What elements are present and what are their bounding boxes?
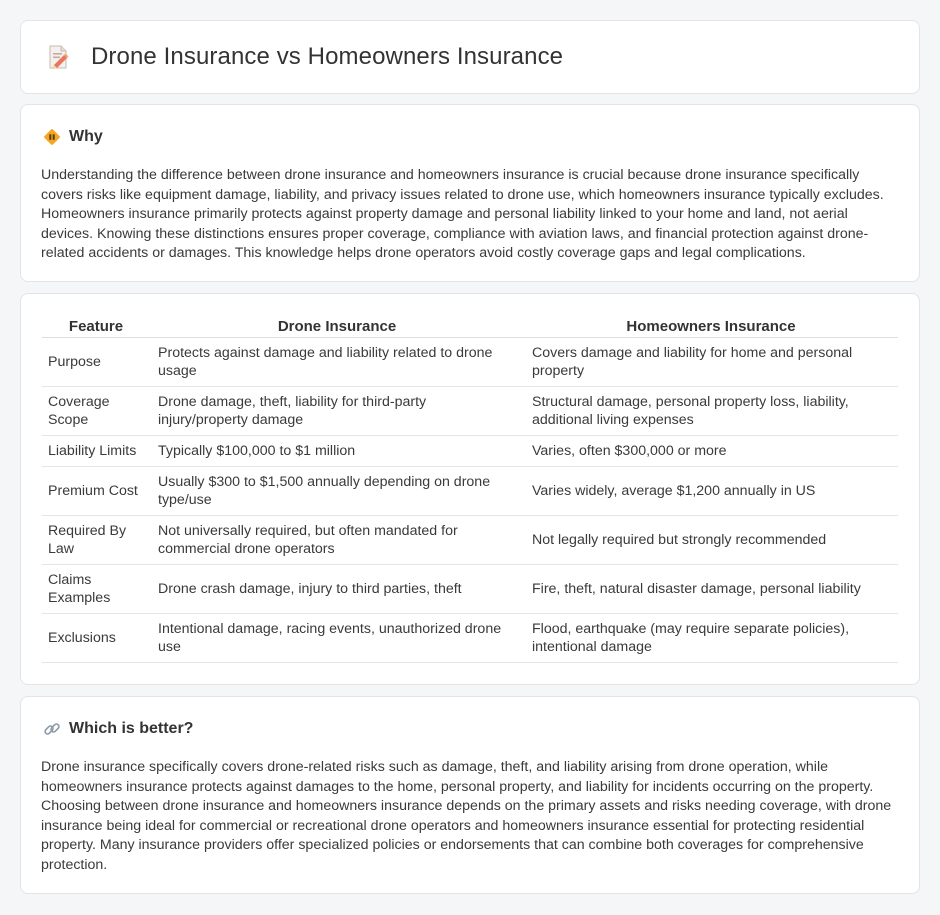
which-better-text: Drone insurance specifically covers dron… bbox=[41, 759, 892, 873]
feature-cell: Liability Limits bbox=[42, 436, 150, 467]
table-row: Purpose Protects against damage and liab… bbox=[42, 338, 898, 387]
which-better-card: Which is better? Drone insurance specifi… bbox=[20, 696, 920, 894]
homeowners-cell: Varies, often $300,000 or more bbox=[524, 436, 898, 467]
which-better-title: Which is better? bbox=[69, 720, 194, 737]
feature-cell: Premium Cost bbox=[42, 467, 150, 516]
drone-cell: Protects against damage and liability re… bbox=[150, 338, 524, 387]
drone-cell: Intentional damage, racing events, unaut… bbox=[150, 614, 524, 663]
drone-cell: Drone damage, theft, liability for third… bbox=[150, 387, 524, 436]
drone-cell: Not universally required, but often mand… bbox=[150, 516, 524, 565]
drone-cell: Usually $300 to $1,500 annually dependin… bbox=[150, 467, 524, 516]
diamond-sign-icon bbox=[44, 129, 60, 145]
table-row: Claims Examples Drone crash damage, inju… bbox=[42, 565, 898, 614]
table-header-row: Feature Drone Insurance Homeowners Insur… bbox=[42, 315, 898, 338]
feature-cell: Coverage Scope bbox=[42, 387, 150, 436]
comparison-table: Feature Drone Insurance Homeowners Insur… bbox=[42, 315, 898, 663]
feature-cell: Exclusions bbox=[42, 614, 150, 663]
table-row: Exclusions Intentional damage, racing ev… bbox=[42, 614, 898, 663]
comparison-card: Feature Drone Insurance Homeowners Insur… bbox=[20, 293, 920, 685]
table-row: Required By Law Not universally required… bbox=[42, 516, 898, 565]
link-icon bbox=[44, 723, 60, 735]
homeowners-cell: Structural damage, personal property los… bbox=[524, 387, 898, 436]
feature-cell: Claims Examples bbox=[42, 565, 150, 614]
drone-cell: Typically $100,000 to $1 million bbox=[150, 436, 524, 467]
homeowners-cell: Flood, earthquake (may require separate … bbox=[524, 614, 898, 663]
table-row: Liability Limits Typically $100,000 to $… bbox=[42, 436, 898, 467]
document-pencil-icon bbox=[49, 45, 69, 69]
homeowners-cell: Fire, theft, natural disaster damage, pe… bbox=[524, 565, 898, 614]
page-title: Drone Insurance vs Homeowners Insurance bbox=[91, 43, 564, 70]
header-feature: Feature bbox=[42, 315, 150, 338]
homeowners-cell: Covers damage and liability for home and… bbox=[524, 338, 898, 387]
header-card: Drone Insurance vs Homeowners Insurance bbox=[20, 20, 920, 94]
drone-cell: Drone crash damage, injury to third part… bbox=[150, 565, 524, 614]
table-row: Premium Cost Usually $300 to $1,500 annu… bbox=[42, 467, 898, 516]
why-text: Understanding the difference between dro… bbox=[41, 167, 884, 262]
header-homeowners: Homeowners Insurance bbox=[524, 315, 898, 338]
table-row: Coverage Scope Drone damage, theft, liab… bbox=[42, 387, 898, 436]
why-title: Why bbox=[69, 128, 103, 145]
why-card: Why Understanding the difference between… bbox=[20, 104, 920, 282]
homeowners-cell: Varies widely, average $1,200 annually i… bbox=[524, 467, 898, 516]
homeowners-cell: Not legally required but strongly recomm… bbox=[524, 516, 898, 565]
feature-cell: Required By Law bbox=[42, 516, 150, 565]
header-drone: Drone Insurance bbox=[150, 315, 524, 338]
feature-cell: Purpose bbox=[42, 338, 150, 387]
